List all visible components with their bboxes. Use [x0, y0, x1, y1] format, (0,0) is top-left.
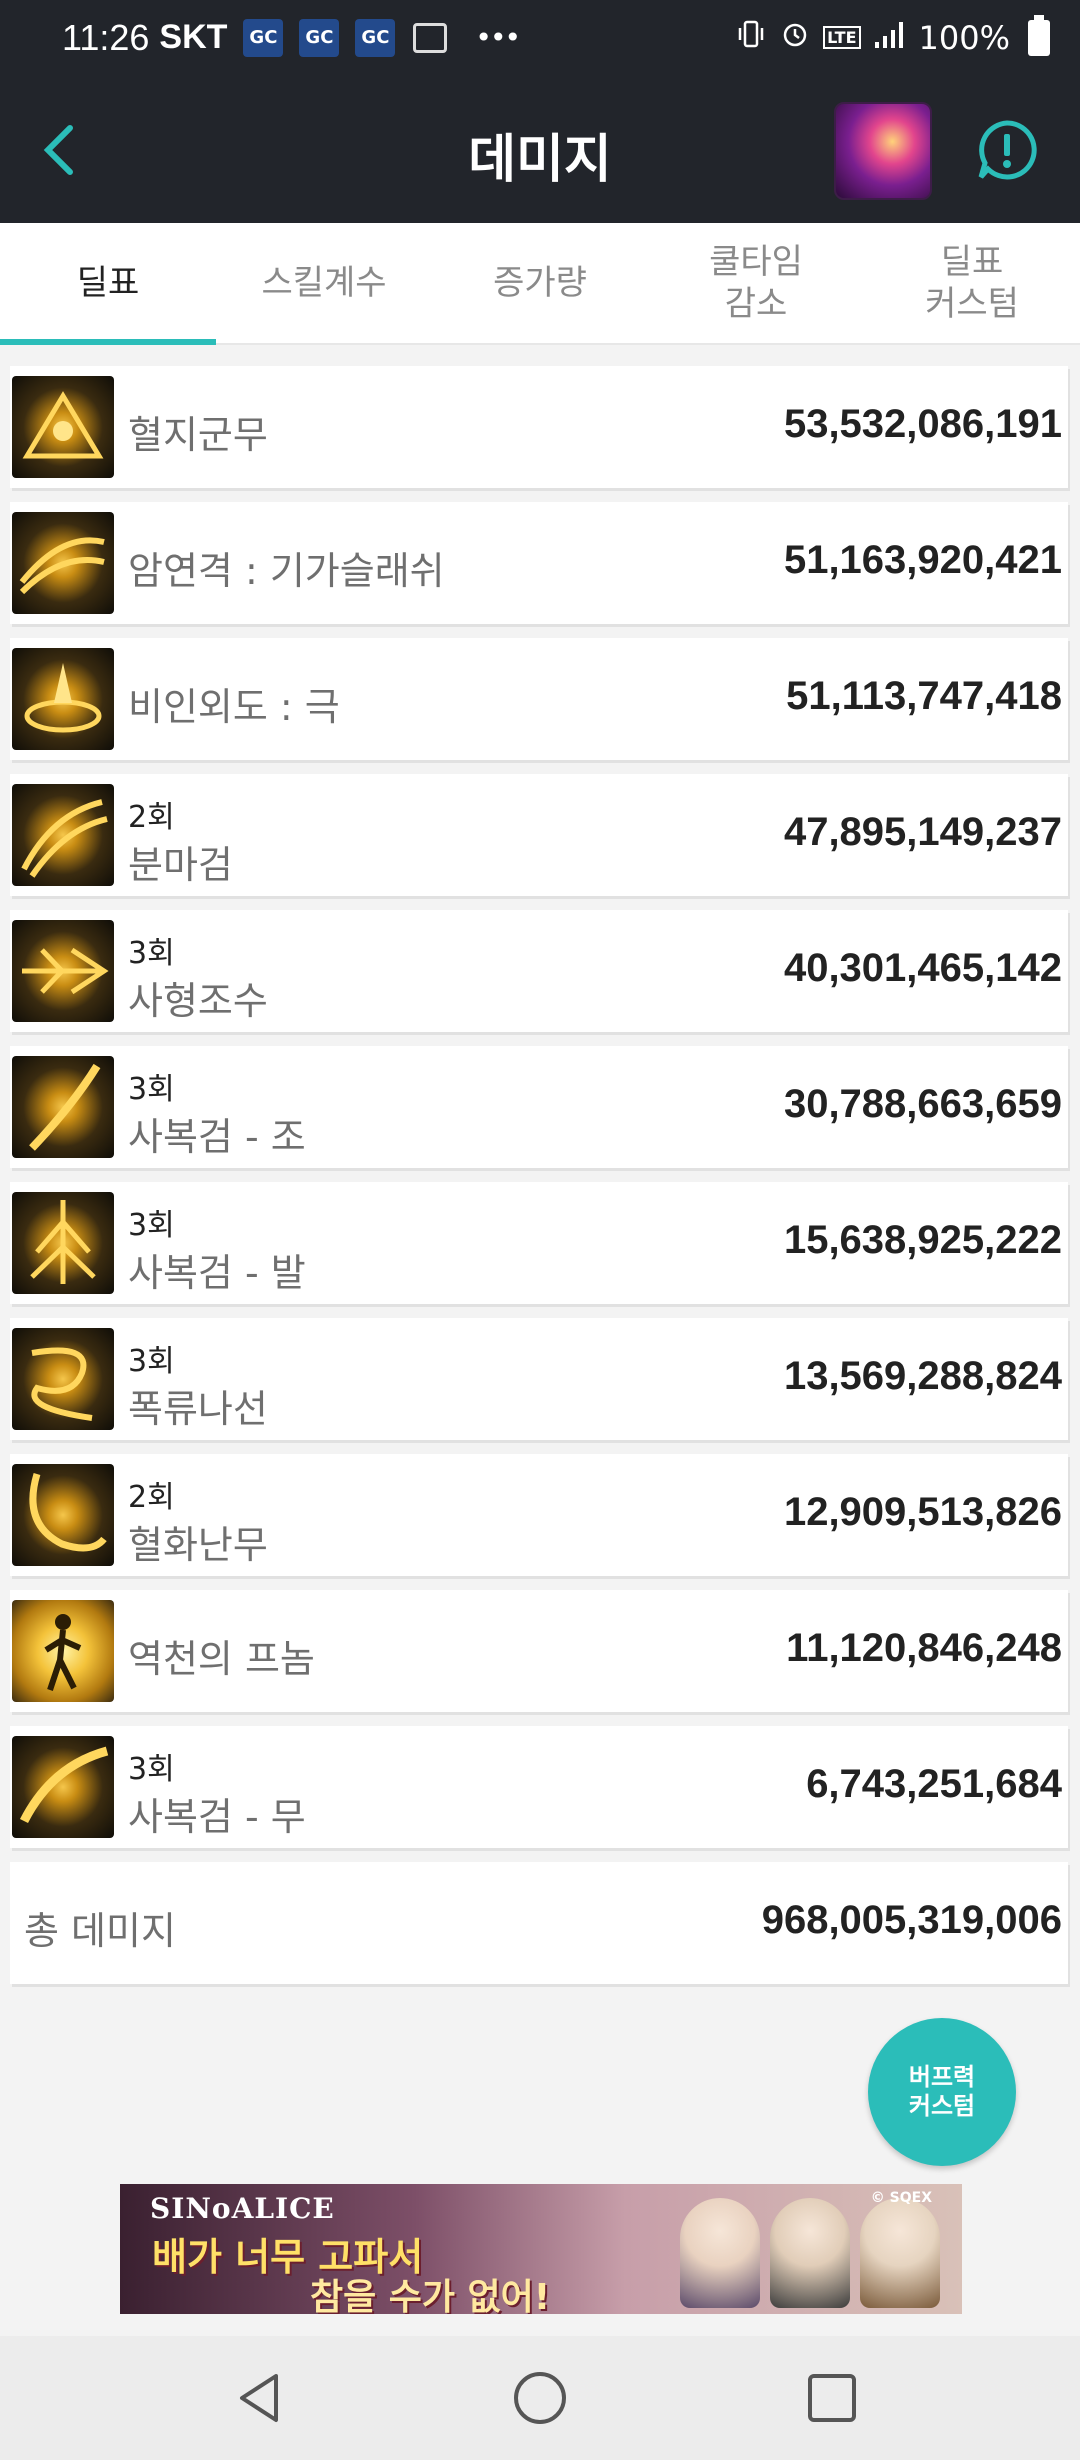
- nav-recents-button[interactable]: [800, 2366, 864, 2430]
- notification-icon: GC: [299, 18, 340, 57]
- hit-count: 3회: [128, 1072, 175, 1107]
- status-time: 11:26: [62, 16, 150, 58]
- ad-logo: SINoALICE: [150, 2192, 335, 2225]
- nav-back-button[interactable]: [228, 2366, 292, 2430]
- ad-banner[interactable]: SINoALICE 배가 너무 고파서 참을 수가 없어! © SQEX: [120, 2184, 962, 2314]
- list-item[interactable]: 역천의 프놈 11,120,846,248: [10, 1590, 1068, 1712]
- damage-value: 51,163,920,421: [783, 538, 1062, 582]
- ad-character-image: [770, 2198, 850, 2308]
- skill-name: 암연격 : 기가슬래쉬: [128, 549, 445, 593]
- skill-icon: [12, 648, 114, 750]
- list-item[interactable]: 3회 사형조수 40,301,465,142: [10, 910, 1068, 1032]
- skill-icon: [12, 512, 114, 614]
- alarm-icon: [779, 18, 811, 58]
- tab-damage-table[interactable]: 딜표: [0, 223, 216, 345]
- hit-count: 3회: [128, 1208, 175, 1243]
- list-item[interactable]: 3회 사복검 - 발 15,638,925,222: [10, 1182, 1068, 1304]
- damage-value: 30,788,663,659: [783, 1082, 1062, 1126]
- system-nav-bar: [0, 2336, 1080, 2460]
- hit-count: 3회: [128, 936, 175, 971]
- ad-character-image: [860, 2198, 940, 2308]
- character-class-icon[interactable]: [834, 102, 932, 200]
- app-header: 데미지: [0, 75, 1080, 223]
- skill-name: 사복검 - 발: [128, 1251, 306, 1295]
- damage-value: 47,895,149,237: [783, 810, 1062, 854]
- tab-increase[interactable]: 증가량: [432, 223, 648, 343]
- list-item[interactable]: 2회 분마검 47,895,149,237: [10, 774, 1068, 896]
- skill-icon: [12, 1328, 114, 1430]
- damage-value: 12,909,513,826: [783, 1490, 1062, 1534]
- vibrate-icon: [735, 18, 767, 58]
- list-item[interactable]: 암연격 : 기가슬래쉬 51,163,920,421: [10, 502, 1068, 624]
- total-damage-value: 968,005,319,006: [761, 1898, 1062, 1942]
- tab-cooldown-reduction[interactable]: 쿨타임 감소: [648, 223, 864, 343]
- damage-value: 51,113,747,418: [786, 674, 1062, 718]
- circle-home-icon: [514, 2372, 566, 2424]
- skill-name: 혈지군무: [128, 413, 268, 457]
- damage-value: 53,532,086,191: [783, 402, 1062, 446]
- list-item[interactable]: 3회 사복검 - 무 6,743,251,684: [10, 1726, 1068, 1848]
- status-carrier: SKT: [159, 18, 228, 56]
- skill-icon: [12, 784, 114, 886]
- triangle-back-icon: [240, 2374, 278, 2422]
- tab-bar: 딜표 스킬계수 증가량 쿨타임 감소 딜표 커스텀: [0, 223, 1080, 345]
- skill-name: 역천의 프놈: [128, 1637, 315, 1681]
- skill-icon: [12, 1736, 114, 1838]
- skill-name: 사복검 - 무: [128, 1795, 306, 1839]
- tab-skill-coefficient[interactable]: 스킬계수: [216, 223, 432, 343]
- battery-percent: 100%: [918, 18, 1010, 57]
- skill-icon: [12, 1192, 114, 1294]
- status-bar: 11:26 SKT GC GC GC ••• LTE 100%: [0, 0, 1080, 75]
- damage-value: 6,743,251,684: [806, 1762, 1062, 1806]
- skill-icon: [12, 1600, 114, 1702]
- skill-name: 사형조수: [128, 979, 268, 1023]
- hit-count: 2회: [128, 800, 175, 835]
- tab-damage-custom[interactable]: 딜표 커스텀: [864, 223, 1080, 343]
- total-damage-row: 총 데미지 968,005,319,006: [10, 1862, 1068, 1984]
- exclamation-bubble-icon: [978, 120, 1037, 180]
- list-item[interactable]: 2회 혈화난무 12,909,513,826: [10, 1454, 1068, 1576]
- notification-icon: GC: [355, 18, 396, 57]
- damage-value: 11,120,846,248: [786, 1626, 1062, 1670]
- notification-icon: GC: [243, 18, 284, 57]
- battery-icon: [1028, 14, 1050, 56]
- lte-icon: LTE: [823, 26, 861, 49]
- damage-value: 13,569,288,824: [783, 1354, 1062, 1398]
- skill-name: 분마검: [128, 843, 233, 887]
- hit-count: 2회: [128, 1480, 175, 1515]
- skill-icon: [12, 920, 114, 1022]
- nav-home-button[interactable]: [508, 2366, 572, 2430]
- skill-name: 폭류나선: [128, 1387, 268, 1431]
- total-damage-label: 총 데미지: [24, 1909, 176, 1953]
- signal-icon: [873, 18, 907, 58]
- square-recents-icon: [808, 2374, 856, 2422]
- hit-count: 3회: [128, 1752, 175, 1787]
- buff-custom-button[interactable]: 버프력 커스텀: [868, 2018, 1016, 2166]
- more-notifications-icon: •••: [475, 21, 521, 54]
- hit-count: 3회: [128, 1344, 175, 1379]
- list-item[interactable]: 혈지군무 53,532,086,191: [10, 366, 1068, 488]
- info-button[interactable]: [976, 119, 1038, 181]
- gallery-icon: [413, 22, 448, 53]
- list-item[interactable]: 비인외도 : 극 51,113,747,418: [10, 638, 1068, 760]
- skill-name: 혈화난무: [128, 1523, 268, 1567]
- damage-value: 40,301,465,142: [783, 946, 1062, 990]
- skill-name: 비인외도 : 극: [128, 685, 340, 729]
- list-item[interactable]: 3회 사복검 - 조 30,788,663,659: [10, 1046, 1068, 1168]
- skill-icon: [12, 1464, 114, 1566]
- skill-icon: [12, 376, 114, 478]
- list-item[interactable]: 3회 폭류나선 13,569,288,824: [10, 1318, 1068, 1440]
- ad-subline: 참을 수가 없어!: [310, 2277, 551, 2314]
- damage-list: 혈지군무 53,532,086,191 암연격 : 기가슬래쉬 51,163,9…: [10, 366, 1068, 1984]
- skill-name: 사복검 - 조: [128, 1115, 306, 1159]
- skill-icon: [12, 1056, 114, 1158]
- damage-value: 15,638,925,222: [783, 1218, 1062, 1262]
- ad-copyright: © SQEX: [870, 2190, 932, 2206]
- ad-character-image: [680, 2198, 760, 2308]
